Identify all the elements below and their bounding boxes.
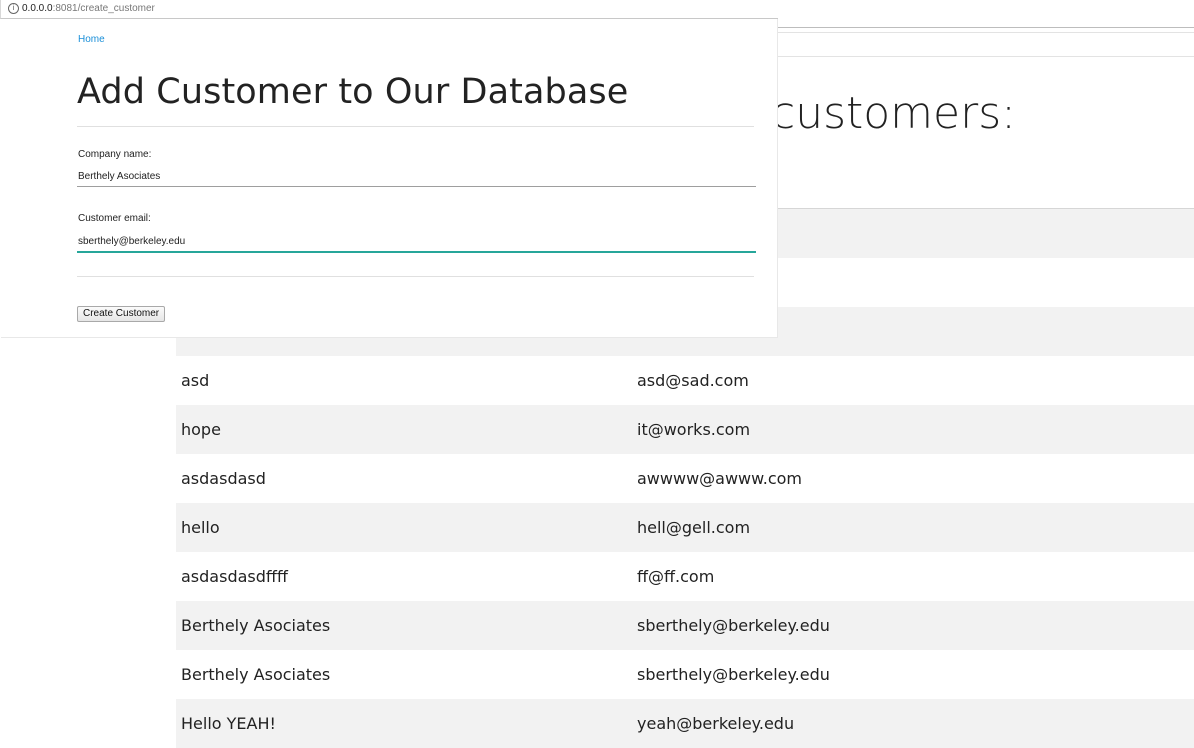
page-title: Add Customer to Our Database (77, 72, 629, 112)
bg-window-border (777, 32, 1194, 33)
table-cell-name: asd (181, 371, 210, 390)
form-divider (77, 276, 754, 277)
url-text[interactable]: 0.0.0.0:8081/create_customer (22, 3, 155, 14)
table-row: Berthely Asociates sberthely@berkeley.ed… (176, 650, 1194, 699)
table-row: hello hell@gell.com (176, 503, 1194, 552)
table-cell-email: awwww@awww.com (637, 469, 802, 488)
table-cell-email: yeah@berkeley.edu (637, 714, 795, 733)
address-bar[interactable]: i 0.0.0.0:8081/create_customer (0, 0, 778, 19)
table-cell-email: sberthely@berkeley.edu (637, 665, 830, 684)
table-cell-name: hope (181, 420, 221, 439)
create-customer-window: i 0.0.0.0:8081/create_customer Home Add … (0, 0, 778, 337)
table-cell-email: it@works.com (637, 420, 751, 439)
bg-window-border (777, 56, 1194, 57)
title-divider (77, 126, 754, 127)
customer-email-input[interactable] (77, 231, 756, 252)
customer-list-heading: customers: (777, 88, 1194, 148)
url-host: 0.0.0.0 (22, 3, 53, 14)
company-name-input[interactable] (77, 166, 756, 187)
table-row: asd asd@sad.com (176, 356, 1194, 405)
customer-list-heading-text: customers: (777, 88, 1016, 139)
company-name-label: Company name: (78, 149, 152, 160)
table-cell-email: sberthely@berkeley.edu (637, 616, 830, 635)
table-row: asdasdasd awwww@awww.com (176, 454, 1194, 503)
url-path: :8081/create_customer (52, 3, 155, 14)
table-cell-name: hello (181, 518, 220, 537)
table-cell-email: ff@ff.com (637, 567, 715, 586)
table-cell-name: Berthely Asociates (181, 616, 331, 635)
table-cell-name: asdasdasdffff (181, 567, 288, 586)
table-cell-name: Berthely Asociates (181, 665, 331, 684)
table-row: Berthely Asociates sberthely@berkeley.ed… (176, 601, 1194, 650)
table-cell-email: asd@sad.com (637, 371, 749, 390)
info-icon[interactable]: i (8, 3, 19, 14)
table-cell-name: Hello YEAH! (181, 714, 276, 733)
customer-email-label: Customer email: (78, 213, 151, 224)
create-customer-button[interactable]: Create Customer (77, 306, 166, 322)
home-link[interactable]: Home (78, 34, 105, 45)
table-cell-email: hell@gell.com (637, 518, 751, 537)
table-row: hope it@works.com (176, 405, 1194, 454)
table-row: Hello YEAH! yeah@berkeley.edu (176, 699, 1194, 748)
table-cell-name: asdasdasd (181, 469, 266, 488)
bg-window-border (777, 27, 1194, 28)
table-row: asdasdasdffff ff@ff.com (176, 552, 1194, 601)
